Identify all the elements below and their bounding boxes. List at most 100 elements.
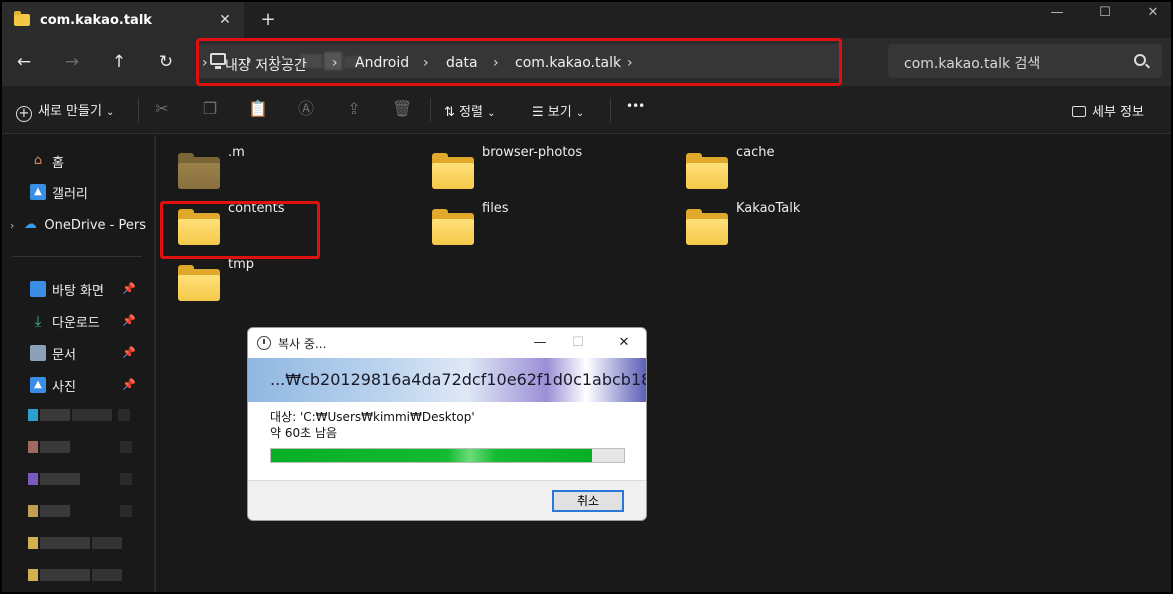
breadcrumb-data[interactable]: data	[446, 55, 478, 71]
folder-name: cache	[736, 145, 775, 160]
sort-label: 정렬	[459, 105, 483, 120]
copying-filename: ...₩cb20129816a4da72dcf10e62f1d0c1abcb18…	[270, 370, 646, 389]
sidebar-item-onedrive[interactable]: › ☁ OneDrive - Pers	[10, 213, 146, 237]
maximize-button[interactable]: ☐	[1090, 4, 1120, 24]
dialog-footer: 취소	[248, 480, 646, 520]
blurred-sidebar-item[interactable]	[28, 569, 124, 581]
title-bar: com.kakao.talk ✕ + — ☐ ✕	[2, 2, 1171, 38]
chevron-right-icon: ›	[10, 218, 15, 232]
dialog-close-button[interactable]: ✕	[614, 333, 634, 353]
sort-button[interactable]: ⇅ 정렬 ⌄	[444, 101, 496, 120]
chevron-right-icon: ›	[423, 55, 429, 71]
sidebar-item-desktop[interactable]: 바탕 화면	[30, 277, 104, 301]
forward-button[interactable]: →	[60, 50, 84, 74]
copy-progress-dialog: 복사 중... — ☐ ✕ ...₩cb20129816a4da72dcf10e…	[247, 327, 647, 521]
details-pane-icon	[1072, 106, 1086, 117]
clock-icon	[257, 336, 271, 350]
cut-icon[interactable]: ✂	[152, 99, 172, 119]
progress-bar	[270, 448, 625, 463]
breadcrumb: › 내장 저장공간 › Android › data › com.kakao.t…	[196, 38, 842, 86]
rename-icon[interactable]: Ⓐ	[296, 99, 316, 119]
folder-icon	[178, 265, 220, 301]
copy-icon[interactable]: ❐	[200, 99, 220, 119]
destination-text: 대상: 'C:₩Users₩kimmi₩Desktop'	[270, 410, 475, 424]
folder-item[interactable]: .m	[158, 145, 398, 189]
dialog-minimize-button[interactable]: —	[530, 333, 550, 353]
new-tab-button[interactable]: +	[258, 10, 278, 30]
folder-icon	[178, 153, 220, 189]
up-button[interactable]: ↑	[107, 50, 131, 74]
file-explorer-window: com.kakao.talk ✕ + — ☐ ✕ ← → ↑ ↻ › ··· ›…	[2, 2, 1171, 592]
new-button[interactable]: + 새로 만들기 ⌄	[16, 100, 114, 122]
tab-title: com.kakao.talk	[40, 12, 152, 28]
tab-close-icon[interactable]: ✕	[216, 11, 234, 29]
blurred-sidebar-item[interactable]	[28, 409, 132, 421]
breadcrumb-internal-storage[interactable]: 내장 저장공간	[225, 55, 307, 75]
folder-icon	[686, 153, 728, 189]
refresh-button[interactable]: ↻	[154, 50, 178, 74]
dialog-title-bar: 복사 중... — ☐ ✕	[248, 328, 646, 358]
folder-name: .m	[228, 145, 245, 160]
more-options-button[interactable]: •••	[626, 99, 645, 113]
divider	[12, 256, 142, 257]
blurred-sidebar-item[interactable]	[28, 537, 124, 549]
folder-item[interactable]: KakaoTalk	[666, 201, 906, 245]
sidebar-item-downloads[interactable]: ⤓ 다운로드	[30, 309, 100, 333]
chevron-right-icon: ›	[627, 55, 633, 71]
close-button[interactable]: ✕	[1138, 4, 1168, 24]
folder-item[interactable]: files	[412, 201, 652, 245]
time-remaining-text: 약 60초 남음	[270, 426, 338, 440]
details-button[interactable]: 세부 정보	[1072, 101, 1144, 120]
folder-item[interactable]: tmp	[158, 257, 398, 301]
search-placeholder: com.kakao.talk 검색	[904, 56, 1041, 72]
progress-fill	[271, 449, 593, 462]
highlight-box	[160, 201, 320, 259]
pin-icon[interactable]: 📌	[122, 346, 136, 359]
share-icon[interactable]: ⇪	[344, 99, 364, 119]
sidebar-item-pictures[interactable]: ▲ 사진	[30, 373, 76, 397]
blurred-sidebar-item[interactable]	[28, 441, 134, 453]
folder-item[interactable]: browser-photos	[412, 145, 652, 189]
plus-circle-icon: +	[16, 106, 32, 122]
sidebar-item-label: 다운로드	[52, 315, 100, 331]
divider	[138, 98, 139, 122]
pin-icon[interactable]: 📌	[122, 314, 136, 327]
pin-icon[interactable]: 📌	[122, 282, 136, 295]
pin-icon[interactable]: 📌	[122, 378, 136, 391]
sidebar-item-label: OneDrive - Pers	[44, 217, 146, 233]
folder-icon	[686, 209, 728, 245]
search-input[interactable]: com.kakao.talk 검색	[888, 44, 1162, 78]
search-icon[interactable]	[1134, 54, 1146, 66]
breadcrumb-android[interactable]: Android	[355, 55, 409, 71]
dialog-body: 대상: 'C:₩Users₩kimmi₩Desktop' 약 60초 남음	[248, 402, 646, 480]
desktop-icon	[30, 281, 46, 297]
minimize-button[interactable]: —	[1042, 4, 1072, 24]
tab-com-kakao-talk[interactable]: com.kakao.talk ✕	[2, 2, 244, 38]
sidebar-item-gallery[interactable]: ▲ 갤러리	[30, 180, 88, 204]
chevron-right-icon: ›	[332, 55, 338, 71]
blurred-sidebar-item[interactable]	[28, 505, 134, 517]
dialog-title: 복사 중...	[278, 337, 327, 351]
sidebar-item-label: 사진	[52, 379, 76, 395]
breadcrumb-com-kakao-talk[interactable]: com.kakao.talk	[515, 55, 621, 71]
command-bar: + 새로 만들기 ⌄ ✂ ❐ 📋 Ⓐ ⇪ 🗑 ⇅ 정렬 ⌄ ☰ 보기 ⌄ ••• 세…	[2, 86, 1171, 134]
divider	[430, 98, 431, 122]
address-bar-row: ← → ↑ ↻ › ··· › 내장 저장공간 › Android › data…	[2, 38, 1171, 86]
cloud-icon: ☁	[23, 217, 37, 232]
gallery-icon: ▲	[30, 184, 46, 200]
delete-icon[interactable]: 🗑	[392, 99, 412, 119]
blurred-sidebar-item[interactable]	[28, 473, 134, 485]
home-icon: ⌂	[33, 153, 43, 168]
folder-item[interactable]: cache	[666, 145, 906, 189]
sidebar-item-home[interactable]: ⌂ 홈	[30, 149, 64, 173]
view-label: 보기	[547, 105, 572, 120]
pane-divider[interactable]	[154, 135, 156, 592]
sidebar-item-label: 홈	[52, 155, 64, 171]
cancel-button[interactable]: 취소	[552, 490, 624, 512]
back-button[interactable]: ←	[12, 50, 36, 74]
paste-icon[interactable]: 📋	[248, 99, 268, 119]
view-button[interactable]: ☰ 보기 ⌄	[532, 101, 584, 120]
folder-name: tmp	[228, 257, 255, 272]
sidebar-item-documents[interactable]: 문서	[30, 341, 76, 365]
folder-name: KakaoTalk	[736, 201, 801, 216]
